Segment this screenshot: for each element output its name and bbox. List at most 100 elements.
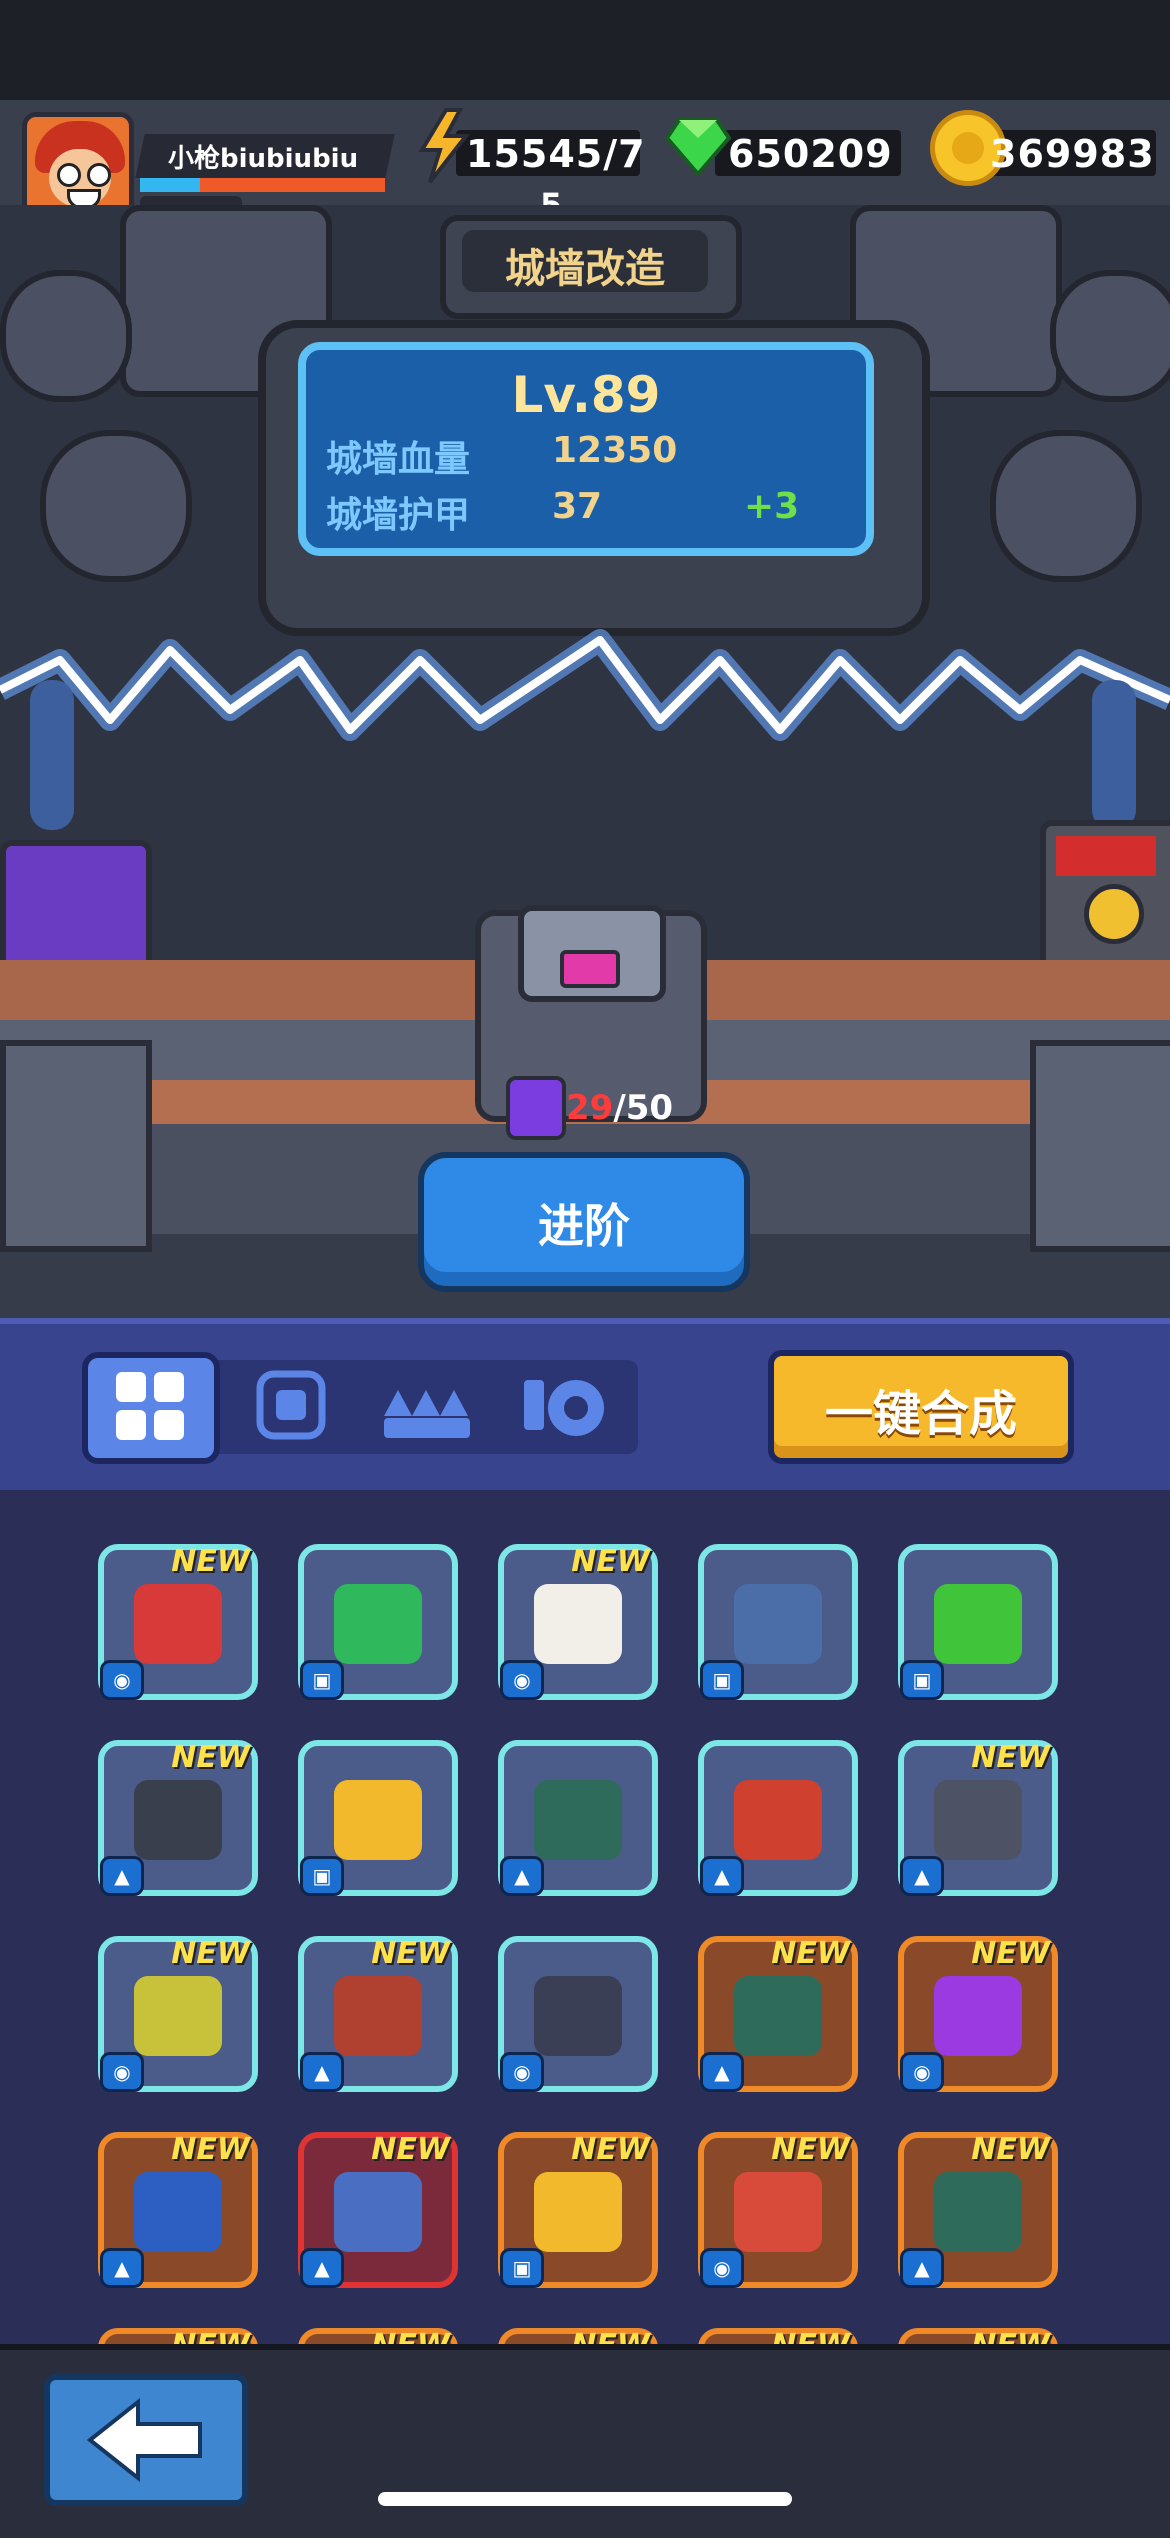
item-card[interactable]: NEW ▲ bbox=[98, 2132, 258, 2288]
new-badge: NEW bbox=[371, 2328, 450, 2344]
item-card[interactable]: NEW ◉ bbox=[98, 1544, 258, 1700]
status-bar bbox=[0, 0, 1170, 100]
stat-bonus-armor: +3 bbox=[744, 486, 800, 527]
player-exp-bar bbox=[140, 178, 385, 192]
green-armor-icon bbox=[934, 1584, 1022, 1664]
wall-pillar-left bbox=[0, 1040, 152, 1252]
lightning-effect bbox=[0, 629, 1170, 741]
item-card[interactable]: NEW bbox=[698, 2328, 858, 2344]
tab-all[interactable] bbox=[82, 1352, 220, 1464]
mech-joint-left bbox=[40, 430, 192, 582]
red-cannon-icon bbox=[134, 1584, 222, 1664]
dark-spikes-icon bbox=[134, 1780, 222, 1860]
new-badge: NEW bbox=[171, 1544, 250, 1579]
tab-turret[interactable] bbox=[514, 1360, 624, 1454]
new-badge: NEW bbox=[571, 2328, 650, 2344]
item-card[interactable]: ▣ bbox=[298, 1544, 458, 1700]
plant-wall-icon bbox=[534, 1780, 622, 1860]
item-card[interactable]: NEW ▲ bbox=[898, 1740, 1058, 1896]
wall-type-icon: ▲ bbox=[300, 2248, 344, 2288]
gold-armor-2-icon bbox=[534, 2172, 622, 2252]
tesla-coil-right bbox=[1092, 680, 1136, 830]
item-card[interactable]: ▣ bbox=[698, 1544, 858, 1700]
spikes-icon bbox=[384, 1390, 470, 1438]
gold-armor-icon bbox=[334, 1780, 422, 1860]
new-badge: NEW bbox=[371, 2132, 450, 2167]
item-card[interactable]: NEW bbox=[498, 2328, 658, 2344]
item-card[interactable]: NEW ◉ bbox=[698, 2132, 858, 2288]
advance-progress: 29/50 bbox=[566, 1088, 673, 1128]
new-badge: NEW bbox=[171, 2328, 250, 2344]
progress-current: 29 bbox=[566, 1088, 614, 1128]
item-card[interactable]: NEW ▲ bbox=[98, 1740, 258, 1896]
tab-target[interactable] bbox=[236, 1360, 346, 1454]
item-card[interactable]: ▲ bbox=[698, 1740, 858, 1896]
item-card[interactable]: NEW ◉ bbox=[898, 1936, 1058, 2092]
new-badge: NEW bbox=[971, 1740, 1050, 1775]
energy-value: 15545/7 bbox=[466, 132, 646, 176]
advance-button-label: 进阶 bbox=[538, 1199, 630, 1253]
turret-type-icon: ◉ bbox=[100, 2052, 144, 2092]
wall-pillar-right bbox=[1030, 1040, 1170, 1252]
mech-gear-right bbox=[1050, 270, 1170, 402]
stat-value-armor: 37 bbox=[552, 486, 603, 527]
stat-value-hp: 12350 bbox=[552, 430, 678, 471]
gems-value: 650209 bbox=[728, 132, 893, 176]
tab-wall[interactable] bbox=[372, 1360, 482, 1454]
item-card[interactable]: NEW ▲ bbox=[298, 1936, 458, 2092]
snowman-icon bbox=[534, 1584, 622, 1664]
item-card[interactable]: NEW ▲ bbox=[298, 2132, 458, 2288]
new-badge: NEW bbox=[971, 1936, 1050, 1971]
item-card[interactable]: ◉ bbox=[498, 1936, 658, 2092]
center-turret-core bbox=[560, 950, 620, 988]
stat-label-hp: 城墙血量 bbox=[326, 439, 471, 480]
purple-turret-icon bbox=[934, 1976, 1022, 2056]
item-card[interactable]: NEW ▣ bbox=[498, 2132, 658, 2288]
plant-wall-2-icon bbox=[734, 1976, 822, 2056]
new-badge: NEW bbox=[971, 2328, 1050, 2344]
item-card[interactable]: ▲ bbox=[498, 1740, 658, 1896]
spike-ball-icon bbox=[534, 1976, 622, 2056]
turret-type-icon: ◉ bbox=[100, 1660, 144, 1700]
player-name: 小枪biubiubiu bbox=[168, 144, 359, 174]
progress-total: /50 bbox=[613, 1088, 674, 1128]
player-avatar[interactable] bbox=[22, 112, 134, 220]
wall-type-icon: ▲ bbox=[300, 2052, 344, 2092]
item-card[interactable]: ▣ bbox=[298, 1740, 458, 1896]
new-badge: NEW bbox=[971, 2132, 1050, 2167]
coins-value: 369983 bbox=[990, 132, 1155, 176]
coin-face-icon bbox=[952, 132, 984, 164]
stat-label-armor: 城墙护甲 bbox=[326, 495, 471, 536]
back-button[interactable] bbox=[44, 2374, 248, 2506]
new-badge: NEW bbox=[771, 2328, 850, 2344]
target-type-icon: ▣ bbox=[900, 1660, 944, 1700]
item-card[interactable]: NEW bbox=[98, 2328, 258, 2344]
tesla-coil-left bbox=[30, 680, 74, 830]
item-card[interactable]: NEW bbox=[898, 2328, 1058, 2344]
grey-wall-icon bbox=[934, 1780, 1022, 1860]
wall-type-icon: ▲ bbox=[500, 1856, 544, 1896]
item-card[interactable]: NEW bbox=[298, 2328, 458, 2344]
target-type-icon: ▣ bbox=[700, 1660, 744, 1700]
item-card[interactable]: ▣ bbox=[898, 1544, 1058, 1700]
item-card[interactable]: NEW ▲ bbox=[698, 1936, 858, 2092]
item-grid: NEW ◉ ▣ NEW ◉ ▣ ▣ NEW ▲ ▣ ▲ ▲ NEW ▲ NEW ◉ NEW ▲ ◉ NEW ▲ NEW ◉ N… bbox=[0, 1490, 1170, 2344]
red-pad-icon bbox=[334, 1976, 422, 2056]
target-icon bbox=[256, 1370, 326, 1440]
new-badge: NEW bbox=[171, 1936, 250, 1971]
grid-icon bbox=[116, 1372, 184, 1440]
new-badge: NEW bbox=[171, 2132, 250, 2167]
new-badge: NEW bbox=[571, 1544, 650, 1579]
blue-chest-icon bbox=[734, 1584, 822, 1664]
target-type-icon: ▣ bbox=[300, 1856, 344, 1896]
red-spikes-icon bbox=[734, 1780, 822, 1860]
green-chest-icon bbox=[334, 1584, 422, 1664]
item-card[interactable]: NEW ◉ bbox=[498, 1544, 658, 1700]
home-indicator bbox=[378, 2492, 792, 2506]
turret-type-icon: ◉ bbox=[900, 2052, 944, 2092]
item-card[interactable]: NEW ◉ bbox=[98, 1936, 258, 2092]
screen-title: 城墙改造 bbox=[505, 246, 665, 292]
wall-type-icon: ▲ bbox=[100, 1856, 144, 1896]
advance-material-icon bbox=[506, 1076, 566, 1140]
item-card[interactable]: NEW ▲ bbox=[898, 2132, 1058, 2288]
